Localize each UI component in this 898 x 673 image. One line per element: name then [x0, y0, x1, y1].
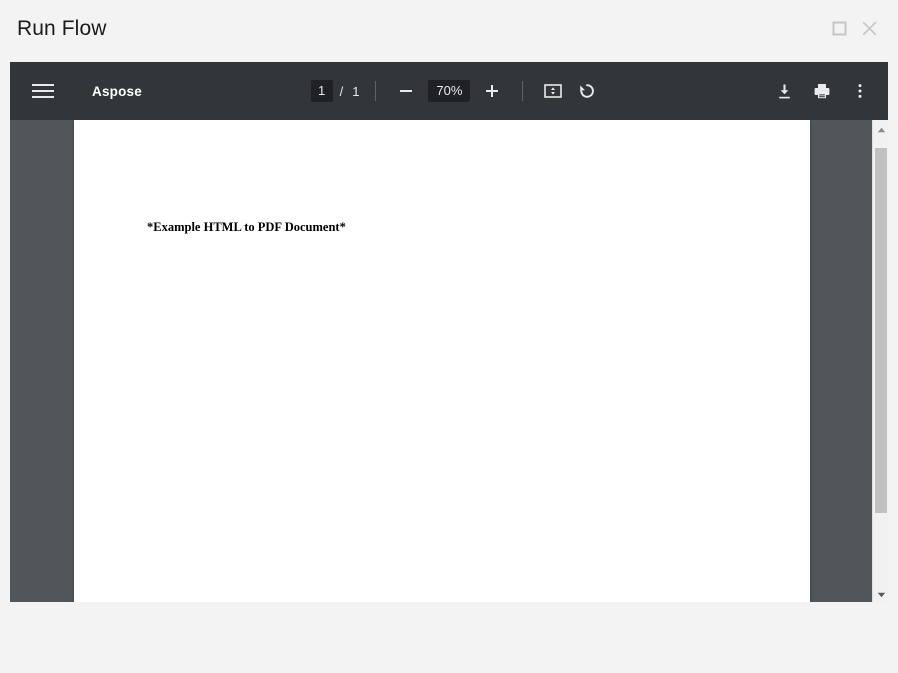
page-total-count: 1 [352, 83, 360, 99]
pdf-content-area[interactable]: *Example HTML to PDF Document* [10, 120, 872, 602]
close-icon [861, 20, 878, 37]
fit-to-page-button[interactable] [539, 77, 567, 105]
maximize-button[interactable] [824, 13, 854, 43]
pdf-document-title: Aspose [92, 83, 142, 99]
more-options-icon [851, 82, 869, 100]
scroll-up-arrow-icon [877, 121, 886, 136]
dialog-footer: Done [0, 602, 898, 673]
more-options-button[interactable] [846, 77, 874, 105]
hamburger-bar-1 [32, 84, 54, 86]
page-number-input[interactable] [310, 80, 333, 102]
rotate-button[interactable] [573, 77, 601, 105]
toolbar-actions [770, 77, 874, 105]
print-icon [812, 81, 832, 101]
view-controls [539, 77, 601, 105]
close-button[interactable] [854, 13, 884, 43]
zoom-level-input[interactable] [428, 80, 471, 102]
print-button[interactable] [808, 77, 836, 105]
rotate-counterclockwise-icon [577, 81, 597, 101]
toolbar-divider-2 [522, 81, 524, 101]
fit-to-page-icon [543, 81, 563, 101]
minus-icon [397, 82, 415, 100]
page-navigation: / 1 [310, 80, 360, 102]
download-icon [775, 82, 794, 101]
dialog-titlebar: Run Flow [0, 0, 898, 56]
scroll-up-button[interactable] [873, 120, 888, 137]
plus-icon [483, 82, 501, 100]
hamburger-bar-3 [32, 96, 54, 98]
pdf-viewer: Aspose / 1 [10, 62, 888, 602]
page-separator: / [339, 83, 344, 99]
pdf-page-heading: *Example HTML to PDF Document* [147, 220, 346, 234]
maximize-icon [832, 21, 847, 36]
zoom-controls [392, 77, 506, 105]
run-flow-dialog: Run Flow Aspose 1 / 1 70% *Example HTML … [0, 0, 898, 673]
zoom-in-button[interactable] [478, 77, 506, 105]
scrollbar-thumb[interactable] [875, 148, 887, 513]
toolbar-divider-1 [375, 81, 377, 101]
page-title: Run Flow [17, 16, 107, 40]
pdf-toolbar: Aspose / 1 [10, 62, 888, 120]
hamburger-menu-icon[interactable] [32, 77, 60, 105]
scroll-down-arrow-icon [877, 586, 886, 601]
pdf-page: *Example HTML to PDF Document* [74, 120, 810, 602]
scroll-down-button[interactable] [873, 585, 888, 602]
zoom-out-button[interactable] [392, 77, 420, 105]
pdf-vertical-scrollbar[interactable] [872, 120, 888, 602]
hamburger-bar-2 [32, 90, 54, 92]
download-button[interactable] [770, 77, 798, 105]
